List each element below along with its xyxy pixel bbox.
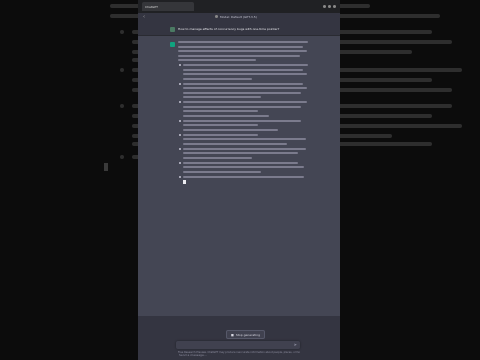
browser-tab[interactable]: ChatGPT xyxy=(142,2,194,11)
chatgpt-window: ChatGPT ‹ Model: Default (GPT-3.5) How t… xyxy=(138,0,340,360)
list-item xyxy=(178,133,308,145)
chatgpt-logo-icon xyxy=(170,42,175,47)
minimize-icon[interactable] xyxy=(323,5,326,8)
paper-plane-icon[interactable]: ➤ xyxy=(294,342,297,347)
typing-cursor xyxy=(183,180,186,184)
stop-icon: ■ xyxy=(231,332,234,337)
user-avatar xyxy=(170,26,175,32)
assistant-response-text xyxy=(178,41,308,184)
list-item xyxy=(178,147,308,159)
user-message: How to manage effects of concurrency bug… xyxy=(138,23,340,36)
list-item xyxy=(178,82,308,98)
user-prompt-text: How to manage effects of concurrency bug… xyxy=(178,27,280,31)
chat-header: ‹ Model: Default (GPT-3.5) xyxy=(138,13,340,20)
list-item xyxy=(178,101,308,117)
message-input-container: ➤ xyxy=(176,341,300,359)
browser-tab-bar: ChatGPT xyxy=(138,0,340,13)
model-icon xyxy=(215,15,218,18)
stop-generating-label: Stop generating xyxy=(235,332,261,337)
model-label: Model: Default (GPT-3.5) xyxy=(220,14,257,19)
stop-generating-button[interactable]: ■ Stop generating xyxy=(226,330,266,339)
model-indicator: Model: Default (GPT-3.5) xyxy=(215,15,257,19)
list-item xyxy=(178,175,308,178)
maximize-icon[interactable] xyxy=(328,5,331,8)
list-item xyxy=(178,64,308,80)
window-controls xyxy=(323,5,336,8)
close-icon[interactable] xyxy=(333,5,336,8)
assistant-message xyxy=(138,36,340,316)
chevron-left-icon[interactable]: ‹ xyxy=(143,14,145,20)
list-item xyxy=(178,119,308,131)
list-item xyxy=(178,161,308,173)
tab-title: ChatGPT xyxy=(145,4,158,9)
intro-paragraph xyxy=(178,41,308,61)
footer-disclaimer: Free Research Preview. ChatGPT may produ… xyxy=(178,351,300,354)
